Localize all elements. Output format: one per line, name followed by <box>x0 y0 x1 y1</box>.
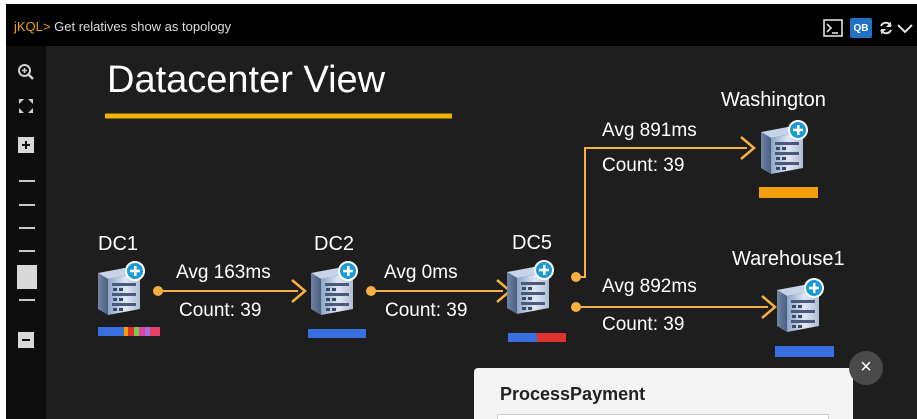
zoom-level-tick[interactable] <box>19 299 35 301</box>
status-bar <box>759 187 818 198</box>
status-bar <box>775 346 834 357</box>
edge-avg-label: Avg 163ms <box>176 262 271 283</box>
server-icon[interactable] <box>771 278 825 334</box>
edge-count-label: Count: 39 <box>602 314 685 335</box>
query-builder-label: QB <box>853 22 869 34</box>
status-bar <box>98 327 160 336</box>
query-text: Get relatives show as topology <box>54 19 232 34</box>
query-prompt: jKQL> <box>14 19 51 34</box>
topology-canvas[interactable]: Datacenter View DC1 DC2 DC5 Washington W… <box>46 46 917 419</box>
status-bar <box>508 333 566 342</box>
query-builder-button[interactable]: QB <box>850 18 872 38</box>
server-icon[interactable] <box>501 260 555 316</box>
query-bar: jKQL> Get relatives show as topology QB <box>6 4 917 46</box>
edge-avg-label: Avg 891ms <box>602 120 697 141</box>
server-icon[interactable] <box>92 261 146 317</box>
zoom-level-tick[interactable] <box>19 180 35 182</box>
refresh-icon[interactable] <box>878 18 894 38</box>
edge-count-label: Count: 39 <box>179 300 262 321</box>
popup-title: ProcessPayment <box>500 384 646 404</box>
node-label: DC1 <box>98 233 139 255</box>
node-label: DC5 <box>512 232 553 254</box>
edge-avg-label: Avg 0ms <box>384 262 458 283</box>
zoom-level-tick[interactable] <box>19 204 35 206</box>
node-label: Warehouse1 <box>732 248 845 270</box>
zoom-minus-icon[interactable] <box>6 331 46 349</box>
annotation-title: Datacenter View <box>107 59 386 101</box>
popup-details-field <box>497 414 829 419</box>
status-bar <box>308 329 366 338</box>
edge-count-label: Count: 39 <box>602 155 685 176</box>
server-icon[interactable] <box>755 120 809 176</box>
zoom-plus-icon[interactable] <box>6 136 46 154</box>
node-label: DC2 <box>314 233 355 255</box>
zoom-in-icon[interactable] <box>6 62 46 82</box>
server-icon[interactable] <box>305 261 359 317</box>
chevron-down-icon[interactable] <box>897 18 913 38</box>
node-label: Washington <box>721 89 826 111</box>
details-popup: ProcessPayment <box>474 368 853 419</box>
zoom-toolbar <box>6 46 46 419</box>
edge-avg-label: Avg 892ms <box>602 276 697 297</box>
fit-to-screen-icon[interactable] <box>6 96 46 116</box>
topology-window: jKQL> Get relatives show as topology QB <box>6 4 917 419</box>
close-icon[interactable]: × <box>849 351 883 385</box>
query-title[interactable]: jKQL> Get relatives show as topology <box>14 19 231 34</box>
edge-count-label: Count: 39 <box>385 300 468 321</box>
zoom-level-tick[interactable] <box>19 227 35 229</box>
zoom-slider-handle[interactable] <box>17 265 37 289</box>
terminal-icon[interactable] <box>823 18 843 38</box>
zoom-level-tick[interactable] <box>19 250 35 252</box>
